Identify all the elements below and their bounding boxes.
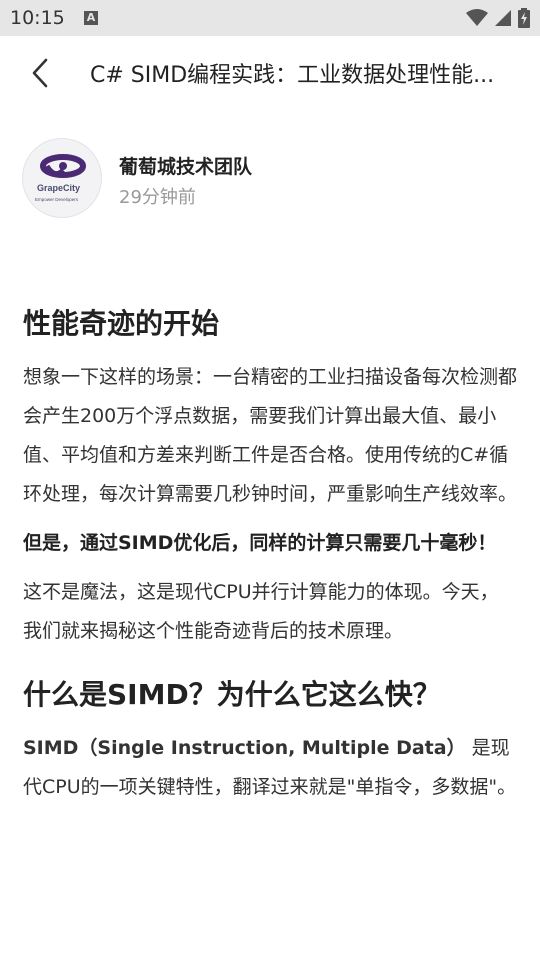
term-bold: SIMD（Single Instruction, Multiple Data）: [23, 737, 466, 759]
page-title: C# SIMD编程实践：工业数据处理性能...: [90, 63, 495, 88]
paragraph: 想象一下这样的场景：一台精密的工业扫描设备每次检测都会产生200万个浮点数据，需…: [23, 366, 518, 505]
grapecity-logo: GrapeCity Empower Developers: [35, 154, 86, 202]
post-time: 29分钟前: [119, 187, 196, 208]
back-button[interactable]: [26, 56, 56, 90]
section-heading: 性能奇迹的开始: [23, 307, 220, 340]
logo-tagline: Empower Developers: [35, 197, 79, 202]
paragraph: SIMD（Single Instruction, Multiple Data） …: [23, 729, 517, 807]
battery-icon: [518, 8, 530, 28]
back-arrow-icon: [32, 58, 48, 88]
app-header: C# SIMD编程实践：工业数据处理性能...: [0, 36, 540, 110]
logo-brand: GrapeCity: [37, 183, 80, 193]
avatar[interactable]: GrapeCity Empower Developers: [22, 138, 102, 218]
status-time: 10:15: [10, 7, 65, 29]
status-bar: 10:15 A: [0, 0, 540, 36]
paragraph-bold: 但是，通过SIMD优化后，同样的计算只需要几十毫秒！: [23, 532, 497, 554]
section-heading: 什么是SIMD？为什么它这么快？: [23, 678, 441, 711]
author-info: GrapeCity Empower Developers 葡萄城技术团队 29分…: [22, 138, 522, 218]
wifi-icon: [466, 9, 488, 26]
paragraph: 这不是魔法，这是现代CPU并行计算能力的体现。今天，我们就来揭秘这个性能奇迹背后…: [23, 581, 499, 642]
article-body: 性能奇迹的开始 想象一下这样的场景：一台精密的工业扫描设备每次检测都会产生200…: [23, 300, 517, 817]
author-name[interactable]: 葡萄城技术团队: [119, 152, 252, 179]
notification-icon: A: [84, 11, 98, 25]
signal-icon: [495, 10, 511, 26]
status-icons: [466, 8, 530, 28]
